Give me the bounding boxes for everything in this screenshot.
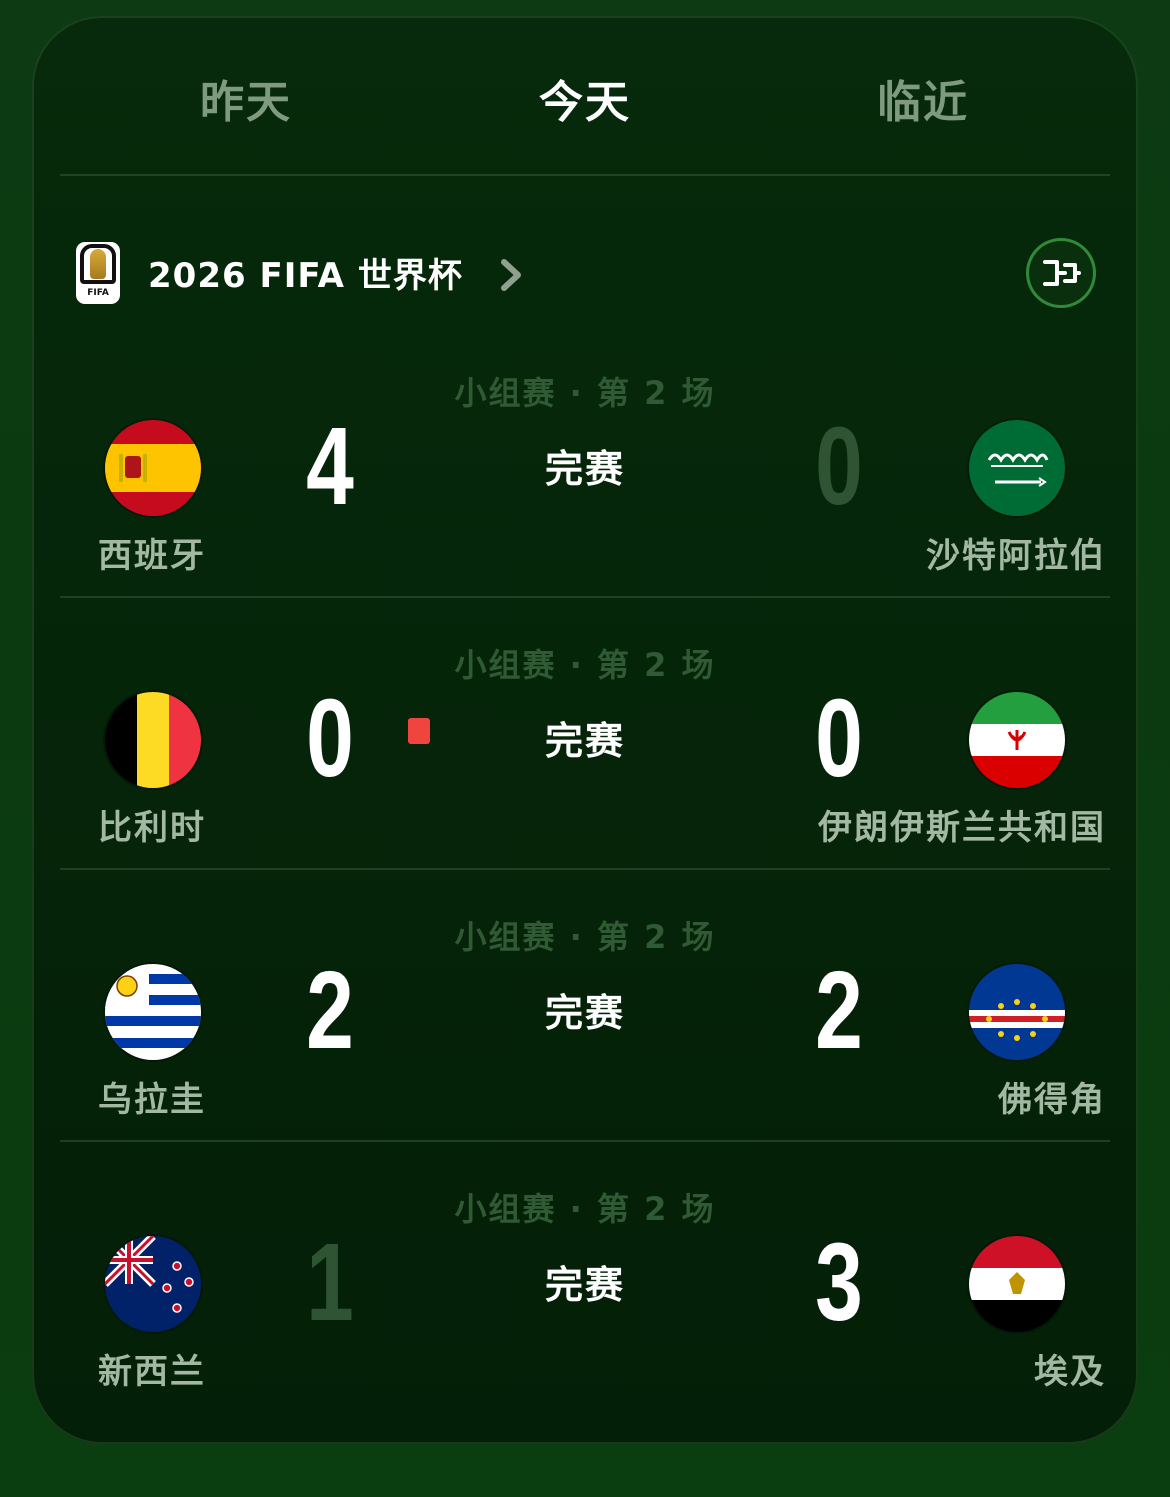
away-score: 2 [815, 949, 863, 1072]
away-score: 0 [815, 677, 863, 800]
match-row[interactable]: 小组赛 · 第 2 场 2 完赛 2 乌拉圭 佛得角 [32, 886, 1138, 1156]
match-row[interactable]: 小组赛 · 第 2 场 1 完赛 3 新西兰 埃及 [32, 1158, 1138, 1428]
away-score: 3 [815, 1221, 863, 1344]
away-team-name: 佛得角 [998, 1080, 1106, 1120]
egypt-flag [969, 1236, 1065, 1332]
tab-today[interactable]: 今天 [435, 66, 735, 130]
home-team-name: 乌拉圭 [98, 1080, 206, 1120]
match-stage: 小组赛 · 第 2 场 [454, 374, 716, 412]
tab-yesterday[interactable]: 昨天 [96, 66, 396, 130]
away-team-name: 伊朗伊斯兰共和国 [818, 808, 1106, 848]
fifa-world-cup-logo: FIFA [76, 242, 120, 304]
bracket-button[interactable] [1026, 238, 1096, 308]
tab-upcoming[interactable]: 临近 [773, 66, 1073, 130]
match-divider [60, 1140, 1110, 1142]
match-stage: 小组赛 · 第 2 场 [454, 1190, 716, 1228]
league-title[interactable]: 2026 FIFA 世界杯 [148, 248, 463, 297]
cape-verde-flag [969, 964, 1065, 1060]
match-stage: 小组赛 · 第 2 场 [454, 918, 716, 956]
fifa-logo-text: FIFA [87, 288, 109, 298]
match-row[interactable]: 小组赛 · 第 2 场 0 完赛 0 比利时 伊朗伊斯兰共和国 [32, 614, 1138, 884]
scores-card: 昨天 今天 临近 FIFA 2026 FIFA 世界杯 小组赛 · 第 2 场 [32, 16, 1138, 1444]
away-score: 0 [815, 405, 863, 528]
bracket-icon [1043, 260, 1081, 286]
league-header: FIFA 2026 FIFA 世界杯 [76, 238, 1106, 338]
day-tabs: 昨天 今天 临近 [32, 16, 1138, 176]
iran-flag [969, 692, 1065, 788]
match-divider [60, 596, 1110, 598]
home-team-name: 西班牙 [98, 536, 206, 576]
away-team-name: 沙特阿拉伯 [926, 536, 1106, 576]
tabs-divider [60, 174, 1110, 176]
match-row[interactable]: 小组赛 · 第 2 场 4 完赛 0 西班牙 沙特阿拉伯 [32, 342, 1138, 612]
home-team-name: 比利时 [98, 808, 206, 848]
chevron-right-icon[interactable] [494, 250, 534, 300]
match-divider [60, 868, 1110, 870]
saudi-arabia-flag [969, 420, 1065, 516]
match-stage: 小组赛 · 第 2 场 [454, 646, 716, 684]
home-team-name: 新西兰 [98, 1352, 206, 1392]
away-team-name: 埃及 [1034, 1352, 1106, 1392]
